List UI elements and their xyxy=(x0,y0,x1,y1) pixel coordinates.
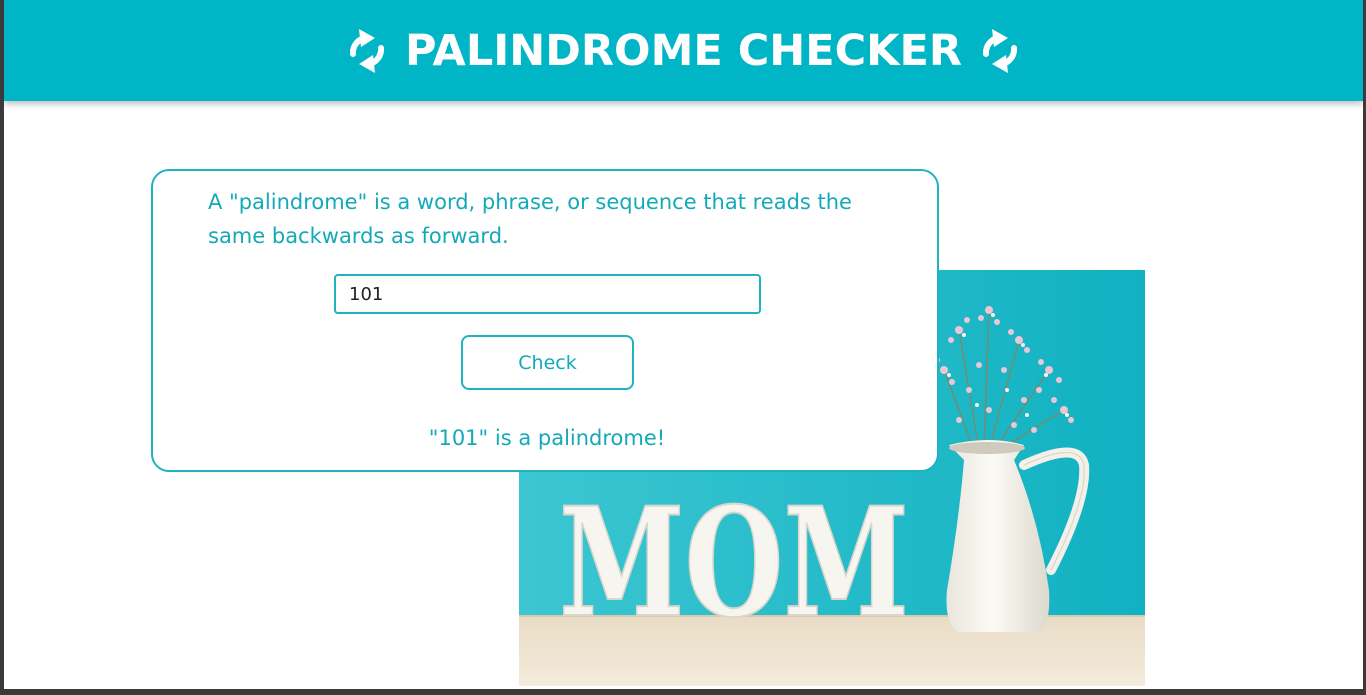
palindrome-description: A "palindrome" is a word, phrase, or seq… xyxy=(208,190,852,248)
svg-text:MOM: MOM xyxy=(559,475,909,651)
swap-arrows-icon xyxy=(349,28,384,73)
check-button[interactable]: Check xyxy=(461,335,634,390)
result-message: "101" is a palindrome! xyxy=(428,426,666,450)
text-input[interactable] xyxy=(334,274,761,314)
app-window: PALINDROME CHECKER MOM A "palindrome" is… xyxy=(4,0,1363,689)
swap-arrows-icon xyxy=(982,28,1018,73)
header-bar: PALINDROME CHECKER xyxy=(4,0,1363,101)
header-content: PALINDROME CHECKER xyxy=(343,26,1024,76)
checker-card: A "palindrome" is a word, phrase, or seq… xyxy=(151,169,939,472)
page-title: PALINDROME CHECKER xyxy=(404,25,962,76)
